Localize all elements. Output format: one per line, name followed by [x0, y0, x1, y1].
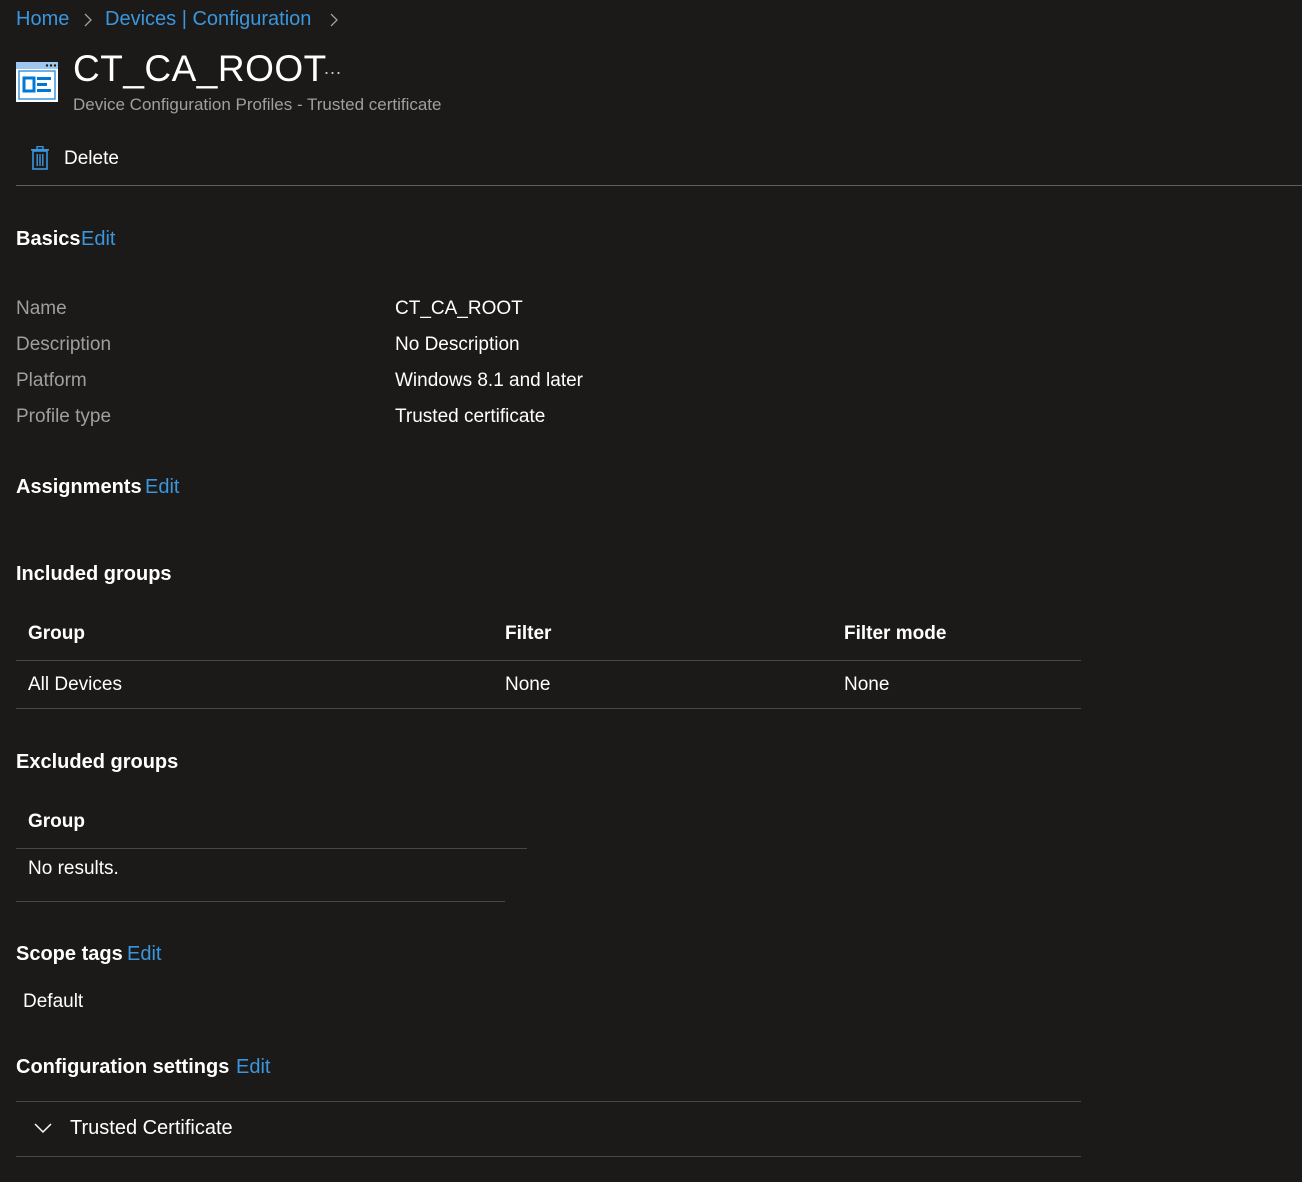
assignments-title: Assignments	[16, 476, 142, 498]
profile-type-label: Profile type	[16, 406, 112, 427]
chevron-right-icon	[330, 13, 338, 27]
included-header-divider	[16, 660, 1081, 661]
page-title: CT_CA_ROOT	[73, 48, 327, 89]
breadcrumb-devices-configuration[interactable]: Devices | Configuration	[105, 8, 311, 31]
configuration-settings-title: Configuration settings	[16, 1056, 230, 1078]
name-value: CT_CA_ROOT	[395, 298, 523, 319]
name-label: Name	[16, 298, 67, 319]
delete-label: Delete	[64, 148, 119, 169]
included-filter-mode-cell: None	[844, 674, 890, 695]
chevron-down-icon	[34, 1123, 52, 1134]
breadcrumb-home[interactable]: Home	[16, 8, 69, 31]
scope-tags-title: Scope tags	[16, 943, 123, 965]
profile-icon	[16, 62, 58, 102]
excluded-header-divider	[16, 848, 527, 849]
trash-icon	[31, 146, 49, 170]
assignments-edit-link[interactable]: Edit	[145, 476, 179, 499]
included-filter-cell: None	[505, 674, 551, 695]
trusted-certificate-label: Trusted Certificate	[70, 1117, 233, 1139]
scope-tags-edit-link[interactable]: Edit	[127, 943, 161, 966]
included-column-filter-mode[interactable]: Filter mode	[844, 623, 946, 645]
platform-value: Windows 8.1 and later	[395, 370, 583, 391]
included-group-cell: All Devices	[28, 674, 122, 695]
profile-type-value: Trusted certificate	[395, 406, 546, 427]
included-column-group[interactable]: Group	[28, 623, 85, 645]
excluded-column-group[interactable]: Group	[28, 811, 85, 833]
included-row-divider	[16, 708, 1081, 709]
platform-label: Platform	[16, 370, 87, 391]
description-value: No Description	[395, 334, 520, 355]
configuration-settings-edit-link[interactable]: Edit	[236, 1056, 270, 1079]
chevron-right-icon	[84, 13, 92, 27]
config-bottom-divider	[16, 1156, 1081, 1157]
included-groups-title: Included groups	[16, 563, 172, 585]
basics-title: Basics	[16, 228, 81, 250]
scope-tag-value: Default	[23, 991, 84, 1012]
description-label: Description	[16, 334, 112, 355]
more-options-button[interactable]: ...	[324, 58, 342, 79]
config-top-divider	[16, 1101, 1081, 1102]
basics-edit-link[interactable]: Edit	[81, 228, 115, 251]
excluded-groups-title: Excluded groups	[16, 751, 179, 773]
page-subtitle: Device Configuration Profiles - Trusted …	[73, 95, 442, 114]
included-column-filter[interactable]: Filter	[505, 623, 551, 645]
toolbar-divider	[16, 185, 1302, 186]
excluded-row-divider	[16, 901, 505, 902]
excluded-empty-text: No results.	[28, 858, 119, 879]
